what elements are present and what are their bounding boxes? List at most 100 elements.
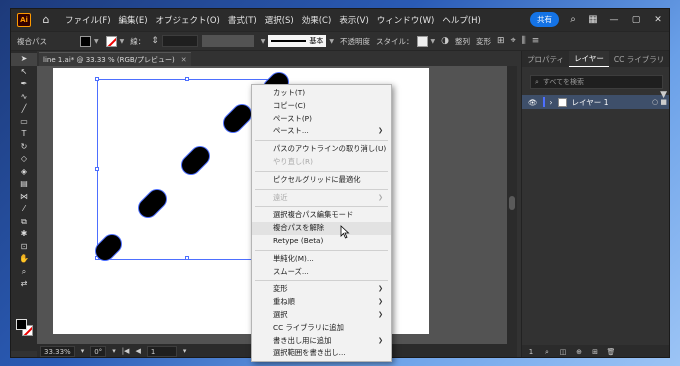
- arrange-documents-icon[interactable]: ▦: [587, 14, 599, 25]
- recolor-icon[interactable]: ◑: [441, 36, 449, 46]
- select-similar-icon[interactable]: ⌖: [511, 36, 516, 46]
- panel-tab[interactable]: レイヤー: [569, 51, 609, 67]
- pen-tool-icon[interactable]: ✒: [11, 78, 37, 91]
- new-sublayer-icon[interactable]: ⊕: [574, 348, 584, 356]
- fill-stroke-indicator[interactable]: [16, 319, 34, 339]
- opacity-label[interactable]: 不透明度: [340, 36, 370, 47]
- context-menu-item[interactable]: ペースト(P): [252, 113, 391, 126]
- layer-search-input[interactable]: ⌕ すべてを検索: [530, 75, 663, 89]
- document-tab[interactable]: line 1.ai* @ 33.33 % (RGB/プレビュー) ✕: [39, 52, 191, 66]
- menu-item[interactable]: オブジェクト(O): [152, 14, 224, 26]
- graphic-style-swatch[interactable]: [416, 35, 428, 47]
- zoom-field[interactable]: 33.33%: [40, 345, 75, 357]
- context-menu-item[interactable]: ピクセルグリッドに最適化: [252, 174, 391, 187]
- make-clipping-mask-icon[interactable]: ◫: [558, 348, 568, 356]
- stroke-swatch[interactable]: [105, 35, 117, 47]
- context-menu-item[interactable]: 単純化(M)...: [252, 253, 391, 266]
- layer-row[interactable]: 👁 › レイヤー 1 ○ ■: [522, 95, 669, 109]
- layer-name[interactable]: レイヤー 1: [572, 97, 609, 108]
- fill-swatch[interactable]: [80, 35, 91, 47]
- type-tool-icon[interactable]: T: [11, 128, 37, 141]
- chevron-down-icon[interactable]: ▼: [329, 38, 334, 45]
- menu-item[interactable]: 編集(E): [115, 14, 152, 26]
- minimize-icon[interactable]: —: [607, 15, 621, 25]
- close-tab-icon[interactable]: ✕: [181, 56, 187, 64]
- curvature-tool-icon[interactable]: ∿: [11, 91, 37, 104]
- scrollbar-thumb[interactable]: [509, 196, 515, 210]
- menu-item[interactable]: ファイル(F): [61, 14, 115, 26]
- eyedropper-tool-icon[interactable]: ⁄: [11, 203, 37, 216]
- menu-item[interactable]: ウィンドウ(W): [373, 14, 439, 26]
- stepper-icon[interactable]: ⇕: [151, 36, 159, 46]
- symbol-sprayer-tool-icon[interactable]: ✱: [11, 228, 37, 241]
- menu-item[interactable]: 表示(V): [335, 14, 372, 26]
- home-icon[interactable]: ⌂: [39, 13, 53, 27]
- vertical-scrollbar[interactable]: [507, 66, 517, 344]
- context-menu-item[interactable]: パスのアウトラインの取り消し(U): [252, 143, 391, 156]
- chevron-down-icon[interactable]: ▼: [94, 38, 99, 45]
- context-menu-item[interactable]: 選択 ❯: [252, 309, 391, 322]
- context-menu-item[interactable]: 選択複合パス編集モード: [252, 209, 391, 222]
- chevron-down-icon[interactable]: ▾: [81, 347, 85, 355]
- context-menu-item[interactable]: 複合パスを解除: [252, 222, 391, 235]
- locate-object-icon[interactable]: ⌕: [542, 348, 552, 357]
- share-button[interactable]: 共有: [530, 12, 559, 27]
- fill-color-icon[interactable]: [16, 319, 27, 330]
- rotation-field[interactable]: 0°: [90, 345, 107, 357]
- filter-icon[interactable]: ▼: [660, 90, 667, 100]
- hand-tool-icon[interactable]: ✋: [11, 253, 37, 266]
- context-menu-item[interactable]: ペースト... ❯: [252, 125, 391, 138]
- menu-item[interactable]: ヘルプ(H): [438, 14, 485, 26]
- chevron-down-icon[interactable]: ▼: [120, 38, 125, 45]
- stroke-weight-field[interactable]: [161, 35, 198, 47]
- shape-builder-tool-icon[interactable]: ◈: [11, 166, 37, 179]
- swap-colors-icon[interactable]: ⇄: [11, 278, 37, 291]
- maximize-icon[interactable]: ▢: [629, 15, 643, 25]
- width-tool-icon[interactable]: ⋈: [11, 191, 37, 204]
- align-label[interactable]: 整列: [455, 36, 470, 47]
- context-menu-item[interactable]: CC ライブラリに追加: [252, 322, 391, 335]
- menu-item[interactable]: 効果(C): [298, 14, 336, 26]
- context-menu-item[interactable]: スムーズ...: [252, 266, 391, 279]
- rotate-tool-icon[interactable]: ↻: [11, 141, 37, 154]
- blend-tool-icon[interactable]: ⧉: [11, 216, 37, 229]
- line-tool-icon[interactable]: ╱: [11, 103, 37, 116]
- menu-item[interactable]: 書式(T): [224, 14, 261, 26]
- context-menu-item[interactable]: 変形 ❯: [252, 283, 391, 296]
- close-icon[interactable]: ✕: [651, 15, 665, 25]
- chevron-down-icon[interactable]: ▾: [183, 347, 187, 355]
- selection-tool-icon[interactable]: ➤: [11, 53, 37, 66]
- gradient-tool-icon[interactable]: ▤: [11, 178, 37, 191]
- align-distribute-icon[interactable]: ⫼: [522, 36, 526, 46]
- isolate-icon[interactable]: ⊞: [497, 36, 505, 46]
- panel-menu-icon[interactable]: ≡: [532, 36, 540, 46]
- context-menu-item[interactable]: コピー(C): [252, 100, 391, 113]
- menu-item[interactable]: 選択(S): [261, 14, 298, 26]
- delete-layer-icon[interactable]: 🗑: [606, 348, 616, 356]
- chevron-down-icon[interactable]: ▼: [261, 38, 266, 45]
- rectangle-tool-icon[interactable]: ▭: [11, 116, 37, 129]
- transform-label[interactable]: 変形: [476, 36, 491, 47]
- variable-width-profile[interactable]: [201, 35, 254, 47]
- context-menu-item[interactable]: 重ね順 ❯: [252, 296, 391, 309]
- visibility-eye-icon[interactable]: 👁: [528, 98, 538, 107]
- new-layer-icon[interactable]: ⊞: [590, 348, 600, 356]
- first-artboard-icon[interactable]: |◀: [122, 347, 130, 355]
- chevron-down-icon[interactable]: ▼: [431, 38, 436, 45]
- context-menu-item[interactable]: カット(T): [252, 87, 391, 100]
- artboard-tool-icon[interactable]: ⊡: [11, 241, 37, 254]
- artboard-number-field[interactable]: 1: [146, 345, 177, 357]
- chevron-down-icon[interactable]: ▾: [112, 347, 116, 355]
- direct-selection-tool-icon[interactable]: ↖: [11, 66, 37, 79]
- panel-tab[interactable]: CC ライブラリ: [609, 52, 669, 67]
- brush-definition[interactable]: 基本: [268, 35, 327, 47]
- panel-tab[interactable]: プロパティ: [522, 52, 569, 67]
- search-icon[interactable]: ⌕: [567, 14, 579, 25]
- context-menu-item[interactable]: 書き出し用に追加 ❯: [252, 335, 391, 348]
- eraser-tool-icon[interactable]: ◇: [11, 153, 37, 166]
- context-menu-item[interactable]: Retype (Beta): [252, 235, 391, 248]
- zoom-tool-icon[interactable]: ⌕: [11, 266, 37, 279]
- prev-artboard-icon[interactable]: ◀: [135, 347, 140, 355]
- expand-arrow-icon[interactable]: ›: [550, 98, 553, 107]
- context-menu-item[interactable]: 選択範囲を書き出し...: [252, 347, 391, 360]
